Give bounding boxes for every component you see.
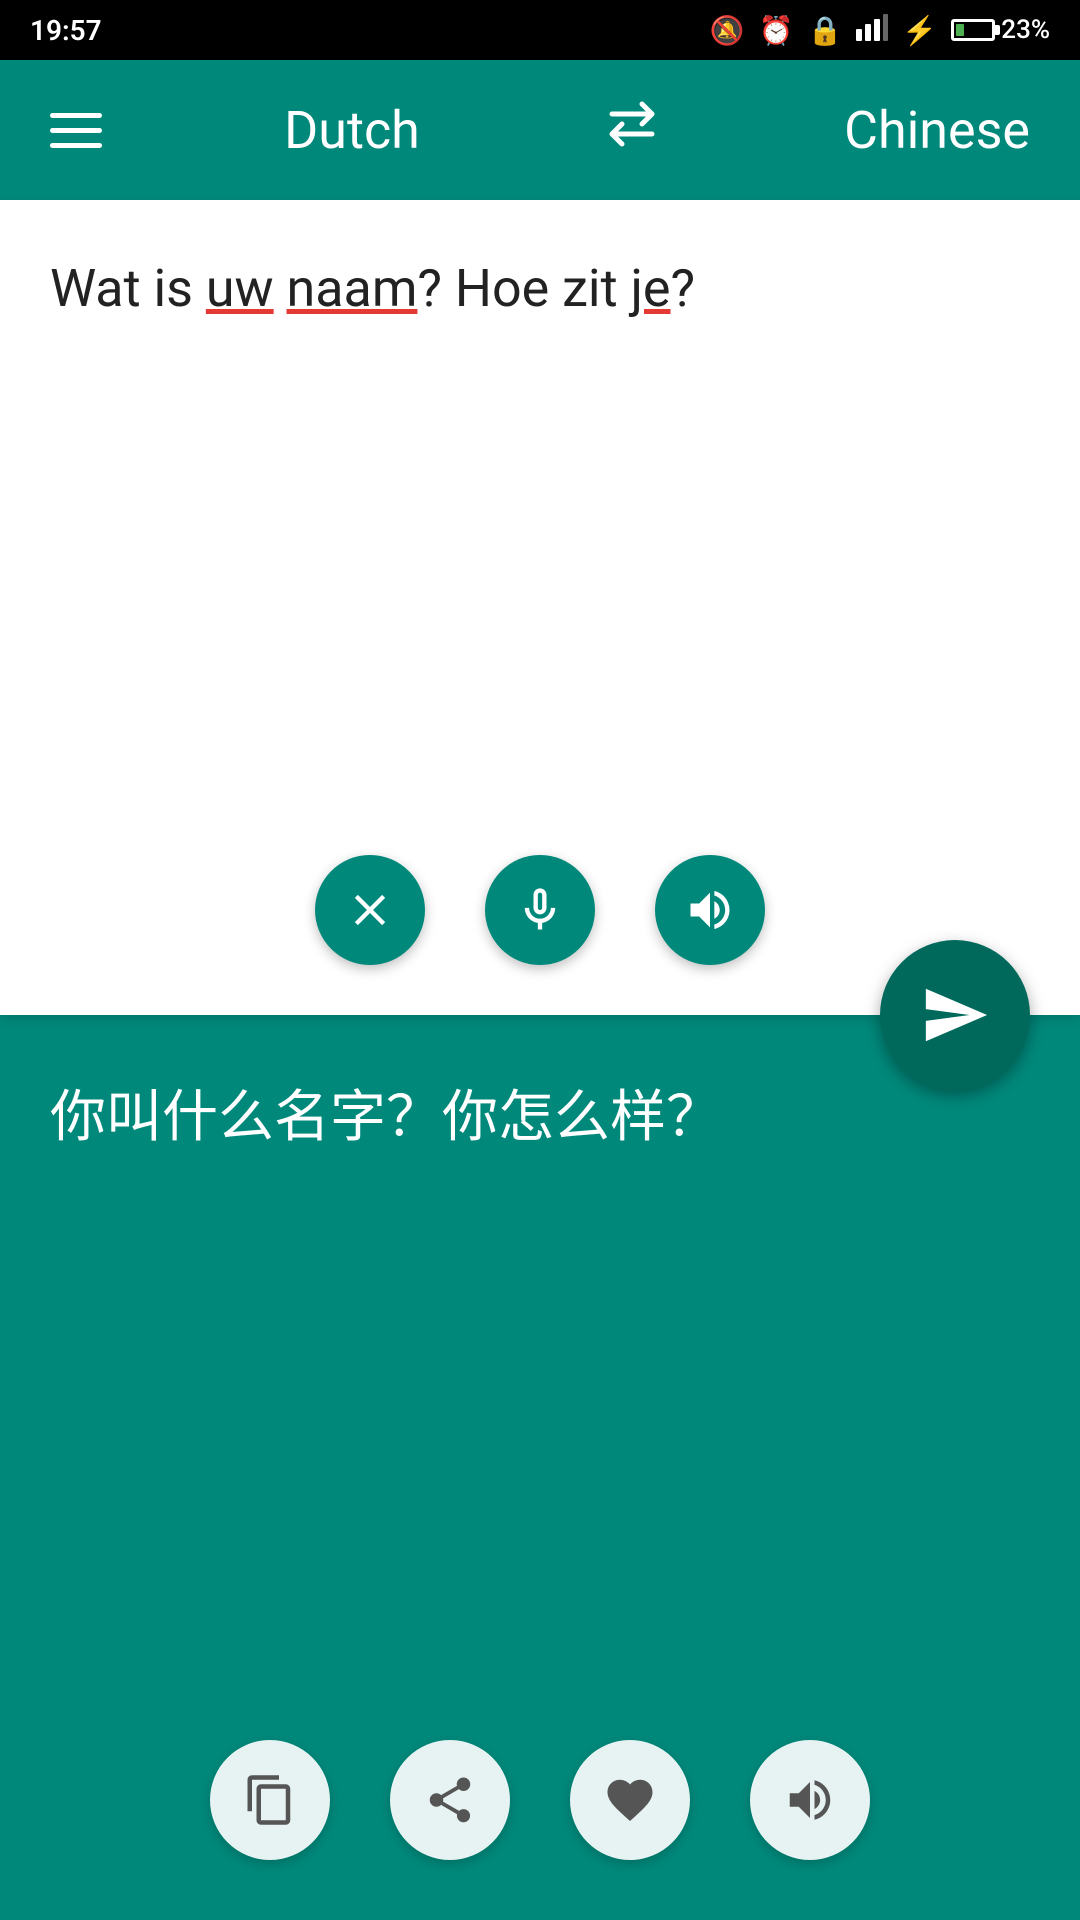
battery-percent: 23% (1001, 15, 1050, 45)
source-language-selector[interactable]: Dutch (284, 100, 420, 161)
source-text-part-3 (274, 258, 287, 319)
favorite-button[interactable] (570, 1740, 690, 1860)
clear-button[interactable] (315, 855, 425, 965)
status-time: 19:57 (30, 14, 102, 47)
nav-bar: Dutch Chinese (0, 60, 1080, 200)
bell-mute-icon: 🔕 (710, 14, 745, 47)
source-panel: Wat is uw naam? Hoe zit je? (0, 200, 1080, 1015)
microphone-button[interactable] (485, 855, 595, 965)
source-text-part-6: je (630, 258, 670, 319)
speak-source-button[interactable] (655, 855, 765, 965)
menu-button[interactable] (50, 113, 102, 148)
translate-button[interactable] (880, 940, 1030, 1090)
source-action-buttons (315, 855, 765, 965)
share-button[interactable] (390, 1740, 510, 1860)
copy-button[interactable] (210, 1740, 330, 1860)
status-bar: 19:57 🔕 ⏰ 🔒 ⚡ 23% (0, 0, 1080, 60)
source-text-part-4: naam (287, 258, 418, 319)
translation-action-buttons (210, 1740, 870, 1860)
lock-icon: 🔒 (808, 14, 843, 47)
translation-panel: 你叫什么名字？你怎么样？ (0, 1015, 1080, 1920)
source-text-part-5: ? Hoe zit (417, 258, 630, 319)
signal-icon (856, 13, 888, 48)
charging-icon: ⚡ (902, 14, 937, 47)
battery-indicator: 23% (951, 15, 1050, 45)
translation-text: 你叫什么名字？你怎么样？ (50, 1075, 1030, 1159)
speak-translation-button[interactable] (750, 1740, 870, 1860)
source-text-part-1: Wat is (50, 258, 206, 319)
main-content: Wat is uw naam? Hoe zit je? 你叫什么名字？你怎么样？ (0, 200, 1080, 1920)
source-text-part-7: ? (671, 258, 696, 319)
status-icons: 🔕 ⏰ 🔒 ⚡ 23% (710, 13, 1050, 48)
alarm-icon: ⏰ (759, 14, 794, 47)
swap-languages-button[interactable] (602, 94, 662, 167)
source-text[interactable]: Wat is uw naam? Hoe zit je? (50, 250, 1030, 328)
target-language-selector[interactable]: Chinese (844, 100, 1030, 161)
source-text-part-2: uw (206, 258, 274, 319)
